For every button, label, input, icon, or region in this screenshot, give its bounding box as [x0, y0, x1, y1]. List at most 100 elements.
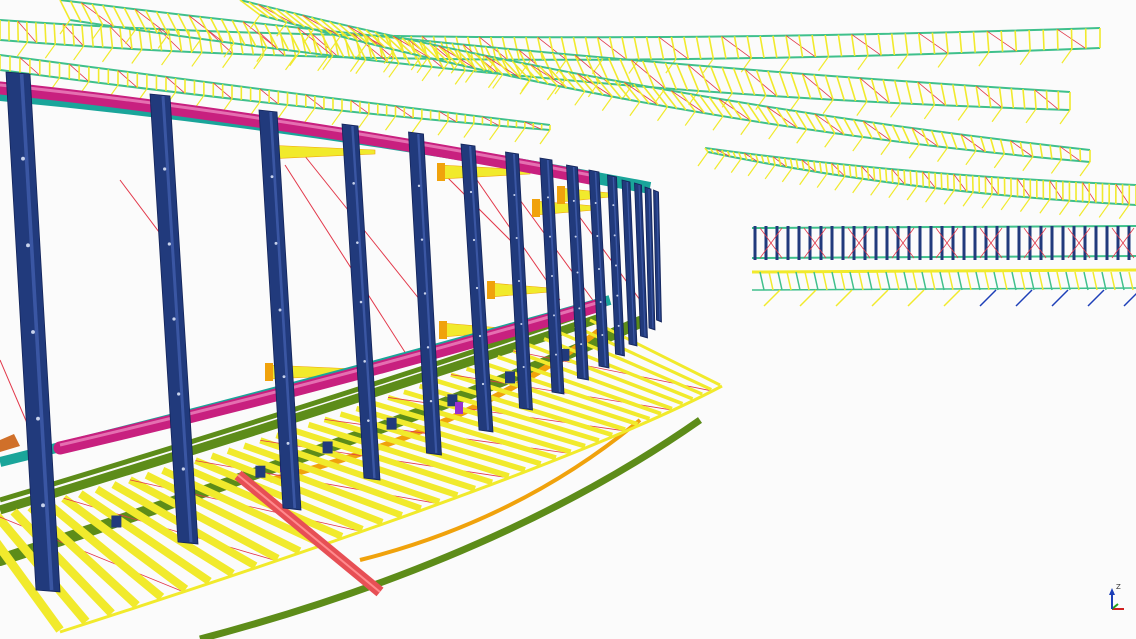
far-frame-deck-rung [858, 271, 864, 291]
bolt-hole [520, 322, 523, 326]
roof-truss-1-hanger [131, 49, 143, 64]
far-frame-deck-rung [1047, 271, 1053, 291]
bolt-hole [599, 301, 602, 303]
far-frame-deck-rung [957, 271, 963, 291]
far-frame-deck-rung [759, 271, 765, 291]
far-frame-deck-rung [984, 271, 990, 291]
roof-truss-1-rung [71, 24, 75, 46]
roof-truss-3-hanger [657, 106, 668, 122]
bolt-hole [356, 241, 359, 244]
roof-truss-1-rung [53, 23, 57, 45]
far-frame-deck-rung [849, 271, 855, 291]
far-frame-deck-rung [867, 271, 873, 291]
roof-truss-5-hanger [1078, 201, 1090, 217]
roof-truss-1-rung [1042, 29, 1045, 51]
roof-truss-5-hanger [925, 187, 937, 203]
roof-truss-1-hanger [779, 57, 791, 72]
roof-truss-1-rung [670, 36, 677, 60]
roof-truss-1-hanger [1019, 50, 1031, 66]
bolt-hole [469, 190, 473, 194]
bolt-hole [580, 343, 583, 346]
far-frame-deck-rung [939, 271, 945, 291]
roof-truss-5-hanger [1098, 203, 1110, 218]
roof-truss-2-rung [630, 59, 644, 87]
girder-connector [111, 515, 122, 528]
roof-truss-3-rung [823, 115, 836, 134]
roof-truss-2-rung [790, 72, 801, 98]
roof-truss-5-rung [824, 162, 828, 174]
roof-truss-2-hanger [822, 99, 834, 115]
bolt-hole [172, 317, 176, 321]
bolt-hole [549, 235, 551, 238]
roof-truss-3-hanger [574, 90, 586, 106]
roof-truss-2-hanger [957, 106, 969, 121]
roof-truss-2-hanger [755, 95, 767, 110]
bolt-hole [616, 294, 619, 297]
roof-truss-5-rung [940, 173, 943, 189]
bolt-hole [576, 271, 579, 274]
roof-truss-1-rung [772, 35, 778, 58]
far-frame-deck-rung [777, 271, 783, 291]
roof-truss-3-hanger [824, 132, 836, 148]
roof-truss-1-rung [44, 22, 47, 44]
roof-truss-2-rung [905, 81, 913, 105]
roof-truss-1-rung [890, 33, 896, 56]
roof-truss-2-rung [177, 13, 191, 38]
far-frame-deck-rung [885, 271, 891, 291]
girder-connector [386, 417, 397, 430]
roof-truss-2-rung [653, 61, 666, 89]
roof-truss-3-hanger [519, 79, 531, 95]
girder-connector [255, 465, 266, 478]
roof-truss-1-hanger [1061, 48, 1073, 64]
roof-truss-2-rung [1010, 88, 1015, 109]
far-frame-deck-rung [1038, 271, 1044, 291]
far-frame-deck-rung [786, 271, 792, 291]
roof-truss-1-hanger [285, 55, 297, 71]
roof-truss-2-hanger [1059, 109, 1071, 125]
roof-truss-2-rung [675, 63, 689, 91]
far-frame-deck-rung [1029, 271, 1035, 291]
roof-truss-2-rung [687, 64, 700, 92]
far-frame-hanger [835, 289, 853, 307]
roof-truss-1-rung [633, 36, 640, 60]
bolt-hole [270, 175, 274, 179]
roof-truss-2-hanger [487, 73, 499, 89]
bolt-hole [515, 236, 518, 240]
roof-truss-5-hanger [888, 183, 900, 199]
far-frame-deck-rung [975, 271, 981, 291]
roof-truss-2-hanger [388, 62, 400, 78]
roof-truss-4-hanger [463, 123, 475, 138]
far-frame-deck-rung [1110, 271, 1116, 291]
roof-truss-2-rung [253, 22, 268, 48]
roof-truss-5-rung [860, 166, 864, 179]
far-frame-hanger [943, 289, 961, 307]
bracket-plate [439, 321, 447, 339]
roof-truss-3-hanger [1050, 159, 1062, 174]
roof-truss-1-hanger [73, 45, 85, 61]
roof-truss-2-rung [813, 74, 823, 100]
far-frame-deck-rung [1074, 271, 1080, 291]
roof-truss-2-rung [732, 68, 745, 95]
roof-truss-2-rung [1045, 90, 1049, 110]
roof-truss-1-hanger [222, 53, 234, 69]
structural-model-scene[interactable] [0, 0, 1136, 639]
bolt-hole [615, 264, 617, 267]
roof-truss-1-hanger [818, 56, 830, 71]
bolt-hole [274, 241, 278, 245]
roof-truss-1-rung [695, 36, 702, 60]
far-frame-deck-rung [930, 271, 936, 291]
bolt-hole [31, 330, 35, 334]
roof-truss-2-hanger [587, 82, 599, 98]
bracket-plate [557, 186, 565, 204]
3d-viewport[interactable]: Z [0, 0, 1136, 639]
bolt-hole [578, 307, 581, 310]
far-frame-hanger [871, 289, 889, 307]
far-frame-deck-rung [813, 271, 819, 291]
roof-truss-1-hanger [317, 56, 329, 72]
roof-truss-3-rung [979, 136, 987, 153]
roof-truss-1-rung [798, 35, 804, 58]
roof-truss-3-rung [833, 116, 845, 135]
roof-truss-2-rung [59, 0, 71, 21]
bolt-hole [429, 399, 433, 403]
roof-truss-3-hanger [712, 115, 724, 131]
